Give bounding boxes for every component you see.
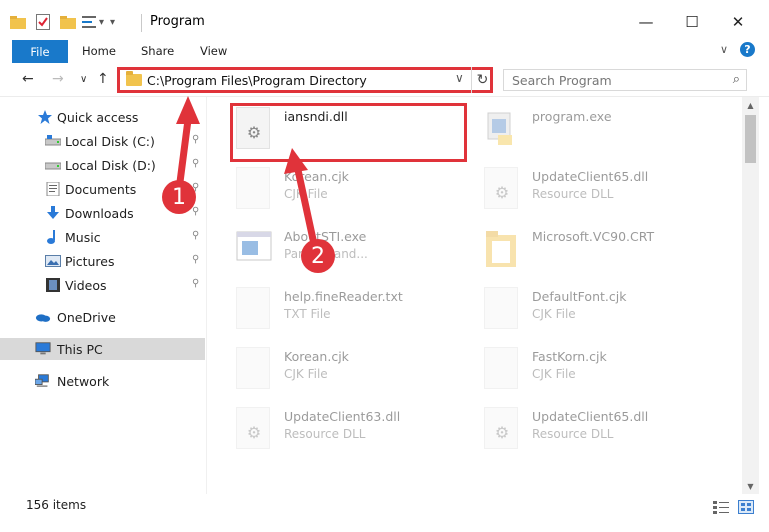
arrow-1-shaft [176,116,192,186]
annotation-marker-2: 2 [301,239,335,273]
arrow-2-head [284,148,308,174]
arrow-1-head [176,96,200,124]
annotation-arrows [176,96,318,248]
arrow-2-shaft [294,166,318,248]
annotation-marker-1: 1 [162,180,196,214]
